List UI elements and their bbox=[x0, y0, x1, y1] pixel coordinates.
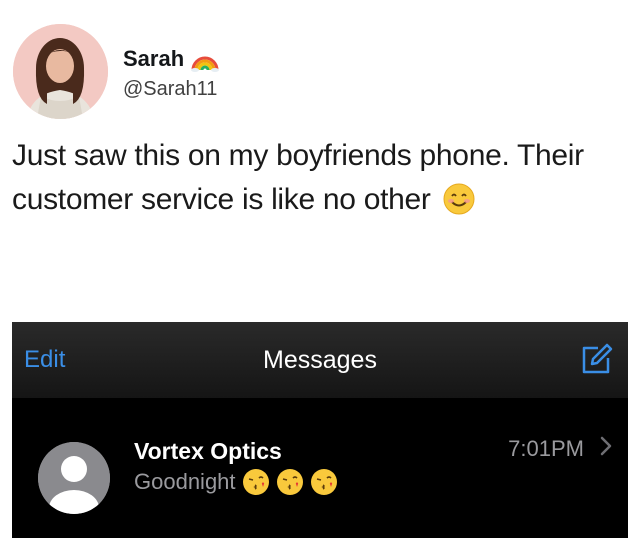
chevron-right-icon[interactable] bbox=[598, 434, 614, 458]
contact-avatar-icon bbox=[38, 442, 110, 514]
tweet: Sarah @Sarah11 Just saw this on my boyfr… bbox=[0, 0, 640, 322]
display-name[interactable]: Sarah bbox=[123, 46, 184, 72]
message-time: 7:01PM bbox=[508, 436, 584, 461]
kissing-face-icon bbox=[310, 468, 338, 496]
kissing-face-icon bbox=[276, 468, 304, 496]
profile-avatar[interactable] bbox=[13, 24, 108, 119]
compose-icon[interactable] bbox=[578, 342, 614, 378]
page-title: Messages bbox=[263, 346, 377, 374]
user-handle[interactable]: @Sarah11 bbox=[123, 78, 220, 101]
tweet-text: Just saw this on my boyfriends phone. Th… bbox=[12, 134, 627, 222]
rainbow-icon bbox=[190, 46, 220, 72]
tweet-body: Just saw this on my boyfriends phone. Th… bbox=[12, 139, 584, 216]
tweet-author: Sarah @Sarah11 bbox=[123, 46, 220, 101]
message-preview: Goodnight bbox=[134, 468, 338, 496]
contact-name: Vortex Optics bbox=[134, 438, 282, 464]
smiling-face-icon bbox=[443, 183, 475, 215]
kissing-face-icon bbox=[242, 468, 270, 496]
conversation-row[interactable]: Vortex Optics Goodnight 7:01PM bbox=[12, 398, 628, 538]
preview-text: Goodnight bbox=[134, 469, 236, 494]
navigation-bar: Edit Messages bbox=[12, 322, 628, 398]
messages-screenshot: Edit Messages Vortex Optics Goodnight 7:… bbox=[12, 322, 628, 538]
